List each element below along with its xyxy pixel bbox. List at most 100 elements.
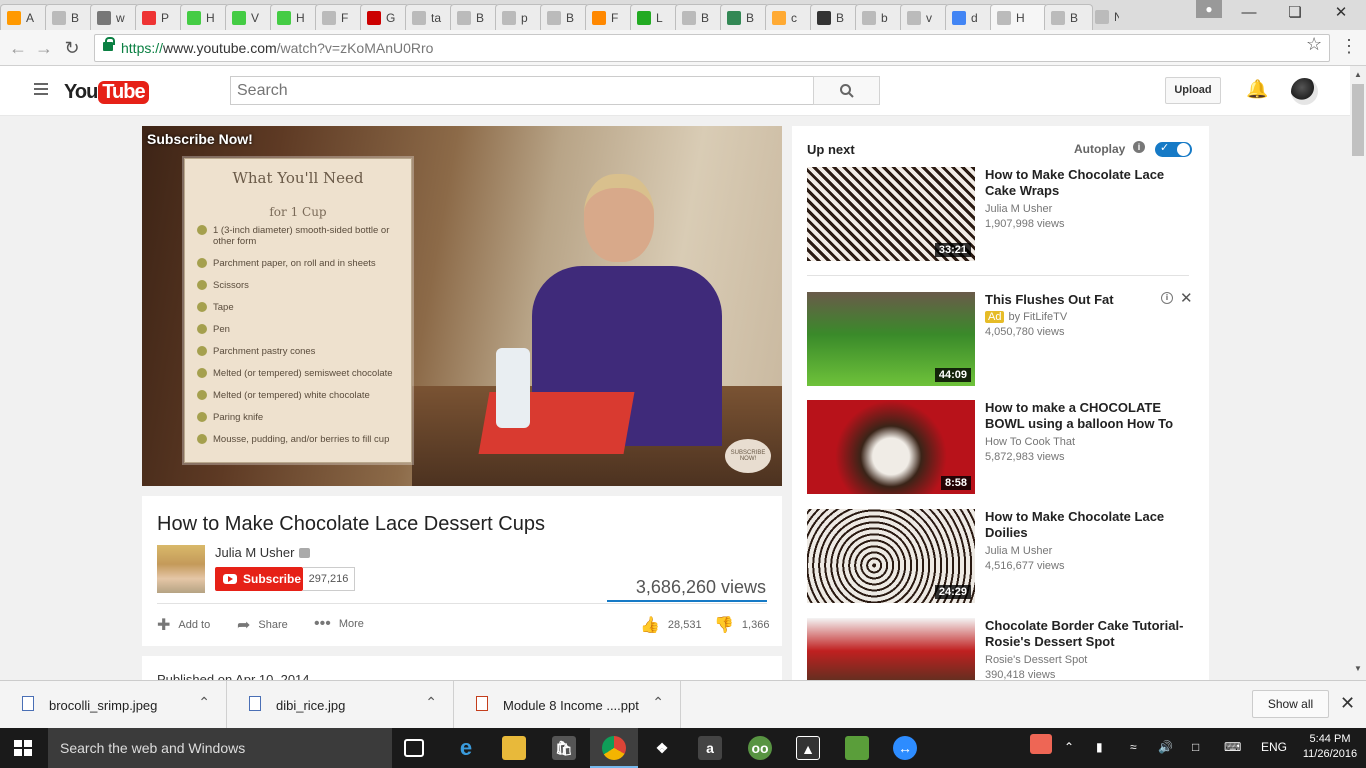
file-explorer-icon[interactable] <box>502 736 526 760</box>
browser-tab[interactable]: B <box>45 4 94 30</box>
search-input[interactable] <box>230 76 814 105</box>
upload-button[interactable]: Upload <box>1165 77 1221 104</box>
browser-tab[interactable]: H <box>270 4 319 30</box>
channel-avatar[interactable] <box>157 545 205 593</box>
volume-icon[interactable]: 🔊 <box>1158 740 1173 754</box>
windows-start-icon[interactable] <box>14 740 32 756</box>
photos-icon[interactable]: ▲ <box>796 736 820 760</box>
notifications-bell-icon[interactable]: 🔔 <box>1246 79 1268 100</box>
video-thumbnail[interactable]: 33:21 <box>807 167 975 261</box>
youtube-logo[interactable]: You Tube <box>64 78 149 106</box>
chevron-up-icon[interactable]: ⌃ <box>652 694 664 711</box>
browser-tab[interactable]: H <box>990 4 1048 30</box>
video-thumbnail[interactable]: 44:09 <box>807 292 975 386</box>
battery-icon[interactable]: ▮ <box>1096 740 1103 754</box>
system-clock[interactable]: 5:44 PM 11/26/2016 <box>1300 732 1360 762</box>
video-title[interactable]: Chocolate Border Cake Tutorial- Rosie's … <box>985 618 1185 650</box>
chrome-menu-icon[interactable]: ⋮ <box>1340 36 1358 57</box>
like-button[interactable]: 👍 28,531 <box>640 615 702 635</box>
browser-tab[interactable]: p <box>495 4 544 30</box>
scroll-thumb[interactable] <box>1352 84 1364 156</box>
browser-tab[interactable]: F <box>315 4 364 30</box>
info-icon[interactable]: i <box>1133 141 1145 153</box>
back-icon[interactable]: ← <box>6 36 30 60</box>
tripadvisor-icon[interactable]: oo <box>748 736 772 760</box>
recommended-video[interactable]: Chocolate Border Cake Tutorial- Rosie's … <box>807 618 1197 686</box>
video-title[interactable]: This Flushes Out Fat <box>985 292 1185 308</box>
browser-tab[interactable]: v <box>900 4 949 30</box>
chrome-icon[interactable] <box>602 736 626 760</box>
browser-tab[interactable]: w <box>90 4 139 30</box>
browser-tab[interactable]: ta <box>405 4 454 30</box>
subscribe-overlay-text[interactable]: Subscribe Now! <box>147 131 253 147</box>
browser-tab[interactable]: B <box>810 4 859 30</box>
show-all-button[interactable]: Show all <box>1252 690 1329 718</box>
profile-icon[interactable]: ● <box>1196 0 1222 18</box>
video-player[interactable]: What You'll Need for 1 Cup 1 (3-inch dia… <box>142 126 782 486</box>
download-item[interactable]: dibi_rice.jpg ⌃ <box>227 681 454 729</box>
recommended-video[interactable]: 24:29 How to Make Chocolate Lace Doilies J… <box>807 509 1197 603</box>
wifi-icon[interactable]: ≈ <box>1130 740 1137 754</box>
search-button[interactable] <box>813 76 880 105</box>
browser-tab[interactable]: d <box>945 4 994 30</box>
more-button[interactable]: ••• More <box>314 615 364 633</box>
notification-app-icon[interactable] <box>1030 734 1052 754</box>
close-downloads-icon[interactable]: ✕ <box>1340 693 1355 714</box>
recommended-video[interactable]: 33:21 How to Make Chocolate Lace Cake Wra… <box>807 167 1197 261</box>
dislike-button[interactable]: 👎 1,366 <box>714 615 769 635</box>
close-window-icon[interactable]: ✕ <box>1318 0 1364 26</box>
chevron-up-icon[interactable]: ⌃ <box>425 694 437 711</box>
video-thumbnail[interactable]: 24:29 <box>807 509 975 603</box>
share-button[interactable]: ➦ Share <box>237 615 288 635</box>
browser-tab[interactable]: B <box>1044 4 1093 30</box>
browser-tab[interactable]: G <box>360 4 409 30</box>
download-item[interactable]: brocolli_srimp.jpeg ⌃ <box>0 681 227 729</box>
browser-tab[interactable]: B <box>450 4 499 30</box>
browser-tab[interactable]: A <box>0 4 49 30</box>
task-view-icon[interactable] <box>404 739 424 757</box>
dropbox-icon[interactable]: ❖ <box>650 736 674 760</box>
browser-tab[interactable]: P <box>135 4 184 30</box>
restore-icon[interactable]: ❏ <box>1272 0 1318 26</box>
recommended-video[interactable]: 44:09 This Flushes Out Fat Ad by FitLifeTV 4… <box>807 292 1197 386</box>
video-thumbnail[interactable] <box>807 618 975 686</box>
scroll-down-icon[interactable]: ▼ <box>1354 664 1362 673</box>
reload-icon[interactable]: ↻ <box>60 36 84 60</box>
video-title[interactable]: How to make a CHOCOLATE BOWL using a bal… <box>985 400 1185 432</box>
bookmark-star-icon[interactable]: ☆ <box>1306 34 1322 55</box>
channel-name[interactable]: Julia M Usher <box>215 545 294 560</box>
browser-tab[interactable]: V <box>225 4 274 30</box>
download-item[interactable]: Module 8 Income ....ppt ⌃ <box>454 681 681 729</box>
add-to-button[interactable]: ✚ Add to <box>157 615 210 635</box>
amazon-icon[interactable]: a <box>698 736 722 760</box>
taskbar-search[interactable]: Search the web and Windows <box>48 728 392 768</box>
teamviewer-icon[interactable]: ↔ <box>893 736 917 760</box>
app-icon[interactable] <box>845 736 869 760</box>
video-thumbnail[interactable]: 8:58 <box>807 400 975 494</box>
language-indicator[interactable]: ENG <box>1261 740 1287 754</box>
address-bar[interactable]: https://www.youtube.com/watch?v=zKoMAnU0… <box>94 34 1330 62</box>
edge-icon[interactable]: e <box>454 736 478 760</box>
browser-tab[interactable]: L <box>630 4 679 30</box>
page-scrollbar[interactable]: ▲ ▼ <box>1350 66 1366 680</box>
browser-tab[interactable]: B <box>720 4 769 30</box>
chevron-up-icon[interactable]: ⌃ <box>198 694 210 711</box>
scroll-up-icon[interactable]: ▲ <box>1354 70 1362 79</box>
browser-tab[interactable]: c <box>765 4 814 30</box>
video-title[interactable]: How to Make Chocolate Lace Doilies <box>985 509 1185 541</box>
forward-icon[interactable]: → <box>32 36 56 60</box>
subscribe-badge[interactable]: SUBSCRIBE NOW! <box>725 439 771 473</box>
browser-tab[interactable]: b <box>855 4 904 30</box>
autoplay-toggle[interactable]: ✓ <box>1155 142 1192 157</box>
browser-tab[interactable]: F <box>585 4 634 30</box>
account-avatar[interactable] <box>1291 78 1318 105</box>
store-icon[interactable]: 🛍 <box>552 736 576 760</box>
browser-tab[interactable]: B <box>540 4 589 30</box>
video-title[interactable]: How to Make Chocolate Lace Cake Wraps <box>985 167 1185 199</box>
keyboard-icon[interactable]: ⌨ <box>1224 740 1241 754</box>
browser-tab[interactable]: New <box>1089 4 1119 30</box>
subscribe-button[interactable]: Subscribe <box>215 567 303 591</box>
action-center-icon[interactable]: □ <box>1192 740 1199 754</box>
minimize-icon[interactable]: — <box>1226 0 1272 26</box>
browser-tab[interactable]: B <box>675 4 724 30</box>
